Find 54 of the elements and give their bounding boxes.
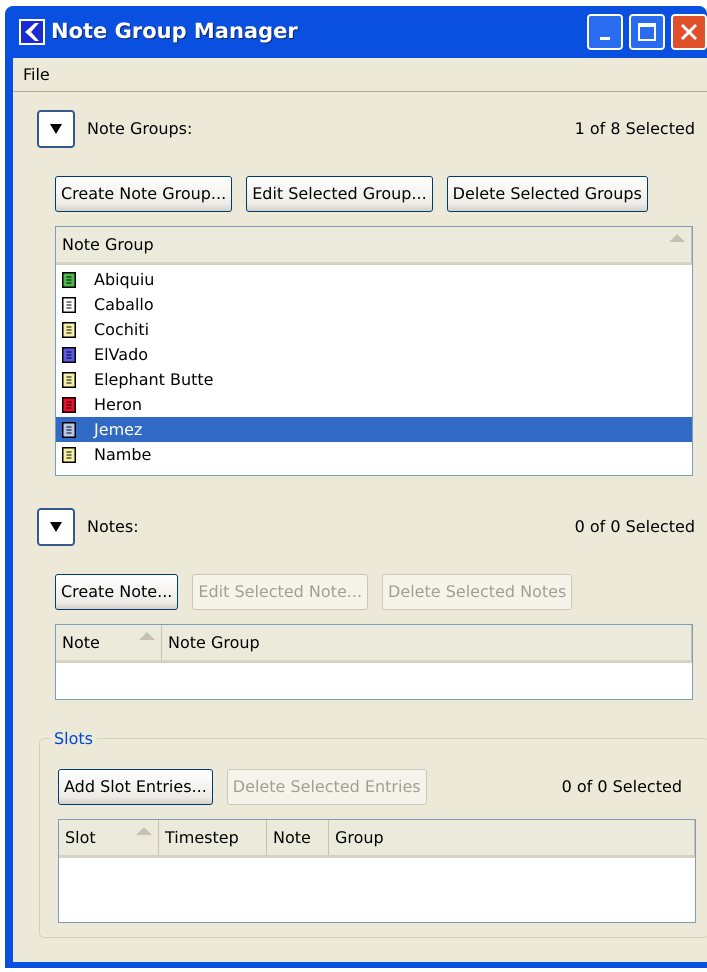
maximize-button[interactable]: [629, 14, 665, 50]
window-title: Note Group Manager: [51, 18, 298, 46]
group-name: Heron: [94, 394, 142, 416]
column-header[interactable]: Note: [267, 820, 329, 855]
list-row[interactable]: Heron: [56, 392, 692, 417]
list-row[interactable]: ElVado: [56, 342, 692, 367]
note-group-icon: [62, 322, 76, 338]
menu-item[interactable]: File: [23, 62, 50, 86]
action-button[interactable]: Delete Selected Groups: [446, 176, 648, 212]
list-row[interactable]: Elephant Butte: [56, 367, 692, 392]
note-group-icon: [62, 372, 76, 388]
column-header[interactable]: Timestep: [159, 820, 267, 855]
column-header[interactable]: Slot: [59, 820, 159, 855]
column-header[interactable]: Note Group: [162, 625, 692, 660]
column-header[interactable]: Note Group: [56, 227, 692, 262]
note-group-icon: [62, 446, 76, 462]
minimize-icon: [600, 36, 610, 40]
note-group-icon: [62, 296, 76, 312]
collapse-toggle[interactable]: [37, 110, 75, 148]
group-name: Jemez: [94, 418, 142, 440]
section-label: Notes:: [87, 516, 139, 538]
minimize-button[interactable]: [587, 14, 623, 50]
group-name: Abiquiu: [94, 268, 154, 290]
action-button[interactable]: Add Slot Entries...: [58, 769, 213, 805]
column-header[interactable]: Note: [56, 625, 162, 660]
collapse-toggle[interactable]: [37, 508, 75, 546]
triangle-down-icon: [50, 123, 62, 135]
action-button[interactable]: Create Note Group...: [55, 176, 232, 212]
note-group-icon: [62, 396, 76, 412]
maximize-icon: [637, 22, 657, 42]
list-row[interactable]: Nambe: [56, 442, 692, 467]
group-name: Cochiti: [94, 318, 150, 340]
action-button[interactable]: Create Note...: [55, 574, 178, 610]
action-button[interactable]: Edit Selected Group...: [246, 176, 433, 212]
selection-count: 0 of 0 Selected: [562, 776, 683, 798]
list-row[interactable]: Cochiti: [56, 317, 692, 342]
note-group-icon: [62, 272, 76, 288]
selection-count: 0 of 0 Selected: [574, 516, 695, 538]
group-name: Caballo: [94, 294, 154, 316]
list-row[interactable]: Abiquiu: [56, 267, 692, 292]
group-name: Elephant Butte: [94, 368, 214, 390]
note-group-icon: [62, 422, 76, 438]
selection-count: 1 of 8 Selected: [574, 118, 695, 140]
section-label: Note Groups:: [87, 118, 192, 140]
app-logo-icon: [19, 19, 45, 45]
group-name: ElVado: [94, 344, 148, 366]
group-name: Nambe: [94, 444, 152, 466]
list-row[interactable]: Jemez: [56, 417, 692, 442]
triangle-down-icon: [50, 521, 62, 533]
close-icon: [679, 22, 699, 42]
column-header[interactable]: Group: [329, 820, 695, 855]
note-group-icon: [62, 346, 76, 362]
list-row[interactable]: Caballo: [56, 292, 692, 317]
close-button[interactable]: [671, 14, 707, 50]
